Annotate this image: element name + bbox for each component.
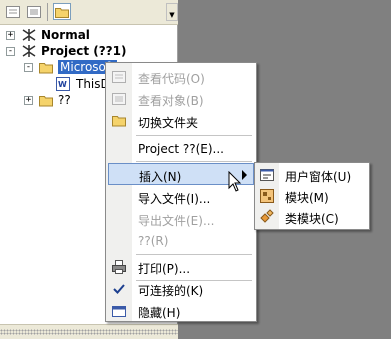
expander[interactable]: - [24, 62, 33, 72]
folder-icon [112, 116, 126, 127]
menu-item-label: 查看对象(B) [138, 94, 204, 108]
insert-submenu: 用户窗体(U) 模块(M) 类模块(C) [254, 162, 370, 230]
menu-item-label: 导入文件(I)... [138, 192, 211, 206]
open-folder-icon [39, 62, 53, 73]
menu-item-label: Project ??(E)... [138, 142, 224, 156]
menu-item-hide[interactable]: 隐藏(H) [108, 300, 254, 322]
toggle-folders-button[interactable] [53, 3, 71, 20]
menu-item-label: 隐藏(H) [138, 306, 181, 320]
tree-label: Normal [41, 28, 90, 42]
menu-item-remove[interactable]: ??(R) [108, 230, 254, 252]
scroll-button[interactable]: ▼ [166, 3, 178, 21]
expander[interactable]: + [6, 30, 15, 40]
menu-item-label: 用户窗体(U) [285, 170, 352, 184]
menu-item-label: 查看代码(O) [138, 72, 205, 86]
menu-item-project-properties[interactable]: Project ??(E)... [108, 138, 254, 160]
view-code-button[interactable] [4, 3, 22, 20]
menu-item-toggle-folders[interactable]: 切换文件夹 [108, 110, 254, 132]
tree-item-folder[interactable]: + ?? [24, 92, 71, 108]
vba-project-icon [22, 29, 36, 41]
tree-item-normal[interactable]: + Normal [6, 27, 90, 43]
menu-item-label: ??(R) [138, 234, 169, 248]
printer-icon [112, 260, 126, 274]
menu-item-label: 导出文件(E)... [138, 214, 215, 228]
menu-item-label: 打印(P)... [138, 262, 191, 276]
expander[interactable]: - [6, 46, 15, 56]
menu-item-view-object[interactable]: 查看对象(B) [108, 88, 254, 110]
submenu-item-class-module[interactable]: 类模块(C) [257, 207, 367, 228]
toolbar-separator [47, 3, 48, 21]
tree-label: Project (??1) [41, 44, 127, 58]
menu-item-view-code[interactable]: 查看代码(O) [108, 66, 254, 88]
folder-icon [55, 7, 69, 18]
menu-item-print[interactable]: 打印(P)... [108, 256, 254, 278]
menu-item-label: 模块(M) [285, 191, 329, 205]
menu-item-dockable[interactable]: 可连接的(K) [108, 278, 254, 300]
view-code-icon [6, 5, 20, 18]
userform-icon [260, 169, 274, 181]
class-module-icon [260, 209, 274, 223]
menu-separator [136, 135, 252, 136]
menu-item-export-file[interactable]: 导出文件(E)... [108, 208, 254, 230]
menu-separator [136, 161, 252, 162]
word-document-icon: W [56, 77, 70, 91]
menu-item-label: 插入(N) [139, 170, 182, 184]
checkmark-icon [113, 284, 125, 294]
tree-label: ?? [58, 93, 71, 107]
submenu-item-userform[interactable]: 用户窗体(U) [257, 165, 367, 186]
hide-window-icon [112, 306, 126, 317]
menu-item-label: 切换文件夹 [138, 116, 199, 130]
tree-item-microsoft-objects[interactable]: - Microsoft [24, 59, 117, 75]
tree-item-thisdocument[interactable]: W ThisD [56, 76, 110, 92]
vba-project-icon [22, 45, 36, 57]
explorer-toolbar: ▼ [0, 0, 178, 25]
svg-text:W: W [58, 80, 67, 89]
view-code-icon [112, 71, 126, 83]
menu-separator [136, 254, 252, 255]
view-object-icon [27, 5, 41, 18]
submenu-arrow-icon [242, 170, 247, 180]
menu-item-label: 类模块(C) [285, 212, 339, 226]
tree-item-project[interactable]: - Project (??1) [6, 43, 126, 59]
expander[interactable]: + [24, 95, 33, 105]
mouse-cursor-icon [228, 171, 242, 192]
horizontal-scrollbar[interactable] [0, 324, 178, 339]
view-object-icon [112, 93, 126, 105]
menu-item-label: 可连接的(K) [138, 284, 204, 298]
submenu-item-module[interactable]: 模块(M) [257, 186, 367, 207]
module-icon [260, 189, 274, 203]
folder-icon [39, 95, 53, 106]
view-object-button[interactable] [25, 3, 43, 20]
